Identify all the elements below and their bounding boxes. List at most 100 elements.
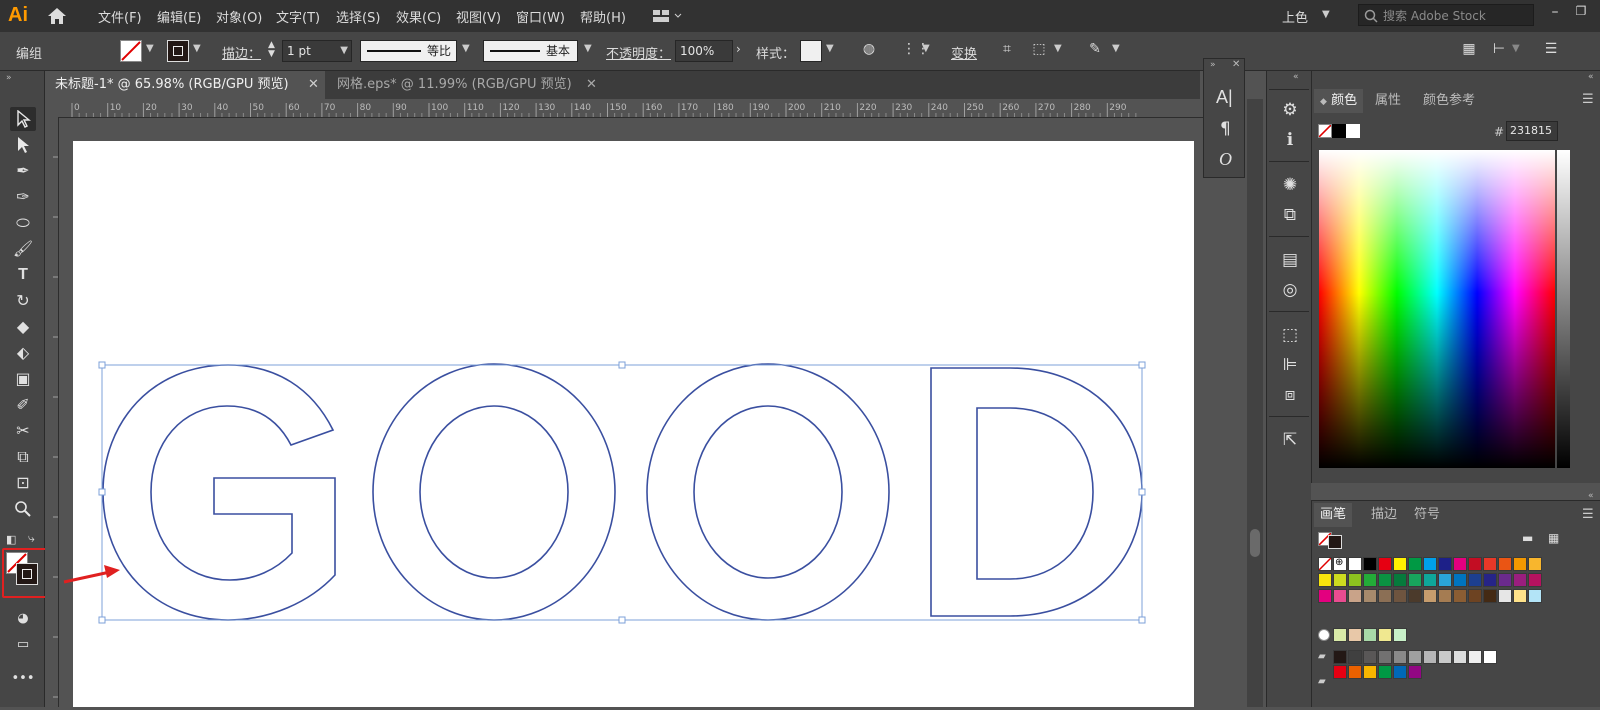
letter-d-outer[interactable] xyxy=(930,367,1143,617)
swatch[interactable] xyxy=(1453,650,1467,664)
swatch[interactable] xyxy=(1423,650,1437,664)
character-icon[interactable]: A| xyxy=(1216,87,1233,108)
swatch[interactable] xyxy=(1513,573,1527,587)
swatch[interactable] xyxy=(1438,650,1452,664)
transparency-icon[interactable]: ◎ xyxy=(1279,279,1301,301)
swatch[interactable] xyxy=(1348,650,1362,664)
swatch-white[interactable] xyxy=(1348,557,1362,571)
swatch-pattern-3[interactable] xyxy=(1363,628,1377,642)
info-icon[interactable]: ℹ xyxy=(1279,129,1301,151)
vertical-scrollbar[interactable] xyxy=(1247,99,1263,707)
black-swatch[interactable] xyxy=(1332,124,1346,138)
swatch-amber[interactable] xyxy=(1513,557,1527,571)
swatch[interactable] xyxy=(1378,665,1392,679)
swatch-orange-red[interactable] xyxy=(1483,557,1497,571)
collapse-icon[interactable]: « xyxy=(1588,72,1594,82)
swatch[interactable] xyxy=(1318,573,1332,587)
swatch[interactable] xyxy=(1438,589,1452,603)
opentype-icon[interactable]: O xyxy=(1219,149,1232,170)
none-swatch[interactable] xyxy=(1318,124,1332,138)
swatch-pattern-5[interactable] xyxy=(1393,628,1407,642)
letter-o1-outer[interactable] xyxy=(372,363,616,621)
swatch[interactable] xyxy=(1318,589,1332,603)
swatch[interactable] xyxy=(1498,573,1512,587)
collapse-icon[interactable]: « xyxy=(1588,491,1594,501)
swatch[interactable] xyxy=(1333,589,1347,603)
letter-o2-inner[interactable] xyxy=(693,405,843,579)
tab-attributes[interactable]: 属性 xyxy=(1375,89,1401,113)
swatch[interactable] xyxy=(1408,589,1422,603)
swatch[interactable] xyxy=(1378,573,1392,587)
swatch[interactable] xyxy=(1348,665,1362,679)
swatch[interactable] xyxy=(1423,589,1437,603)
swatch[interactable] xyxy=(1483,573,1497,587)
swatch[interactable] xyxy=(1333,573,1347,587)
swatch[interactable] xyxy=(1363,573,1377,587)
swatch[interactable] xyxy=(1363,589,1377,603)
swatch[interactable] xyxy=(1483,589,1497,603)
transform-panel-icon[interactable]: ⬚ xyxy=(1279,324,1301,346)
letter-o2-outer[interactable] xyxy=(646,363,890,621)
selection-bounding-box[interactable] xyxy=(98,361,1146,624)
swatch-cyan[interactable] xyxy=(1423,557,1437,571)
close-icon[interactable]: ✕ xyxy=(1232,59,1240,70)
swatch[interactable] xyxy=(1513,589,1527,603)
tab-color[interactable]: ◆ 颜色 xyxy=(1314,89,1364,113)
swatch-black[interactable] xyxy=(1363,557,1377,571)
panel-menu-icon[interactable]: ☰ xyxy=(1582,507,1594,522)
swatch-crimson[interactable] xyxy=(1468,557,1482,571)
white-swatch[interactable] xyxy=(1346,124,1360,138)
swatch[interactable] xyxy=(1378,650,1392,664)
swatch[interactable] xyxy=(1453,589,1467,603)
swatch-orange[interactable] xyxy=(1498,557,1512,571)
letter-g-outline[interactable] xyxy=(102,364,336,621)
swatch[interactable] xyxy=(1408,573,1422,587)
expand-icon[interactable]: » xyxy=(1210,60,1216,70)
swatch[interactable] xyxy=(1408,650,1422,664)
swatch[interactable] xyxy=(1348,573,1362,587)
swatch-yellow[interactable] xyxy=(1393,557,1407,571)
swatch[interactable] xyxy=(1498,589,1512,603)
swatch[interactable] xyxy=(1468,589,1482,603)
stroke-black-swatch[interactable] xyxy=(1328,535,1342,549)
swatch-red[interactable] xyxy=(1378,557,1392,571)
gear-icon[interactable]: ⚙ xyxy=(1279,99,1301,121)
swatch-blue[interactable] xyxy=(1438,557,1452,571)
swatch[interactable] xyxy=(1393,573,1407,587)
swatch-green[interactable] xyxy=(1408,557,1422,571)
tab-brushes[interactable]: 画笔 xyxy=(1314,503,1353,527)
panel-menu-icon[interactable]: ☰ xyxy=(1582,92,1594,107)
swatch-magenta[interactable] xyxy=(1453,557,1467,571)
swatch[interactable] xyxy=(1378,589,1392,603)
swatch[interactable] xyxy=(1528,589,1542,603)
grayscale-ramp[interactable] xyxy=(1557,150,1570,468)
appearance-icon[interactable]: ✺ xyxy=(1279,174,1301,196)
swatch[interactable] xyxy=(1468,650,1482,664)
list-view-icon[interactable]: ▬ xyxy=(1522,531,1533,545)
swatch-pattern-2[interactable] xyxy=(1348,628,1362,642)
tab-symbols[interactable]: 符号 xyxy=(1414,503,1440,527)
swatch[interactable] xyxy=(1483,650,1497,664)
swatch[interactable] xyxy=(1453,573,1467,587)
swatch[interactable] xyxy=(1528,573,1542,587)
hex-value-field[interactable]: 231815 xyxy=(1506,121,1558,141)
swatch[interactable] xyxy=(1393,665,1407,679)
tab-color-guide[interactable]: 颜色参考 xyxy=(1423,89,1475,113)
graphic-styles-icon[interactable]: ⧉ xyxy=(1279,204,1301,226)
swatch[interactable] xyxy=(1333,665,1347,679)
swatch-registration[interactable]: ⊕ xyxy=(1333,557,1347,571)
letter-d-inner[interactable] xyxy=(976,407,1094,580)
gradient-panel-icon[interactable]: ▤ xyxy=(1279,249,1301,271)
swatch[interactable] xyxy=(1408,665,1422,679)
swatch[interactable] xyxy=(1363,650,1377,664)
tab-stroke[interactable]: 描边 xyxy=(1371,503,1397,527)
scroll-thumb[interactable] xyxy=(1250,529,1260,557)
swatch-none[interactable] xyxy=(1318,557,1332,571)
swatch-gradient-radial[interactable] xyxy=(1318,629,1330,641)
swatch[interactable] xyxy=(1393,650,1407,664)
color-spectrum[interactable] xyxy=(1319,150,1555,468)
collapse-icon[interactable]: « xyxy=(1293,72,1299,82)
paragraph-icon[interactable]: ¶ xyxy=(1220,119,1231,139)
swatch[interactable] xyxy=(1468,573,1482,587)
swatch[interactable] xyxy=(1438,573,1452,587)
